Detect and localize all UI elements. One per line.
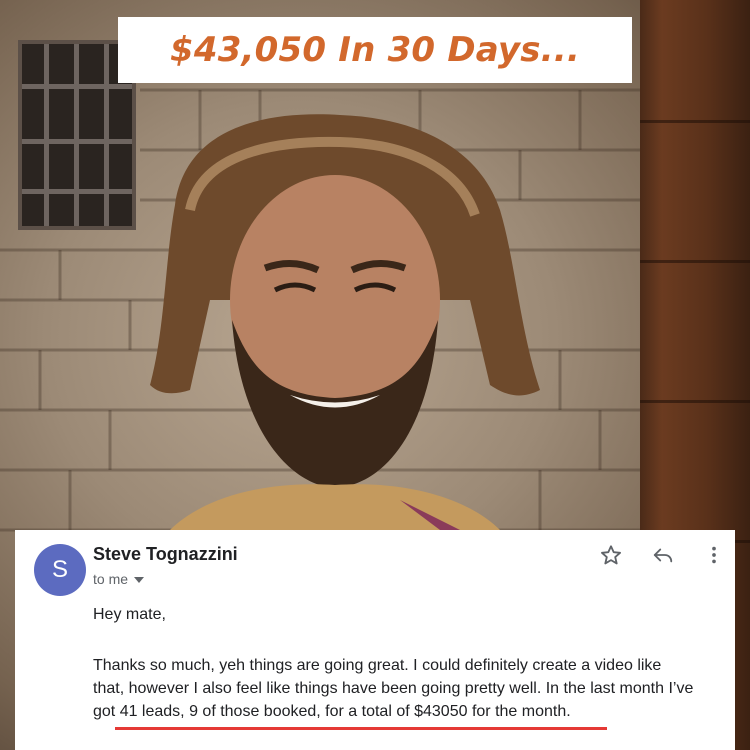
reply-icon [653, 548, 673, 563]
more-vert-icon [712, 546, 716, 564]
headline: $43,050 In 30 Days... [169, 30, 580, 70]
star-button[interactable] [598, 542, 624, 568]
sender-name[interactable]: Steve Tognazzini [93, 544, 238, 565]
email-card: S Steve Tognazzini to me Hey mate, Thank… [15, 530, 735, 750]
sender-avatar[interactable]: S [34, 544, 86, 596]
recipient-details[interactable]: to me [93, 571, 145, 587]
title-banner: $43,050 In 30 Days... [118, 17, 632, 83]
highlight-underline [115, 727, 607, 730]
reply-button[interactable] [650, 542, 676, 568]
chevron-down-icon[interactable] [134, 576, 145, 583]
email-greeting: Hey mate, [93, 606, 166, 623]
more-button[interactable] [701, 542, 727, 568]
star-icon [601, 545, 621, 565]
email-body-line: that, however I also feel like things ha… [93, 680, 694, 697]
email-body-line: Thanks so much, yeh things are going gre… [93, 657, 662, 674]
email-body-line: got 41 leads, 9 of those booked, for a t… [93, 703, 571, 720]
email-body: Thanks so much, yeh things are going gre… [93, 654, 729, 723]
recipient-label: to me [93, 571, 129, 587]
